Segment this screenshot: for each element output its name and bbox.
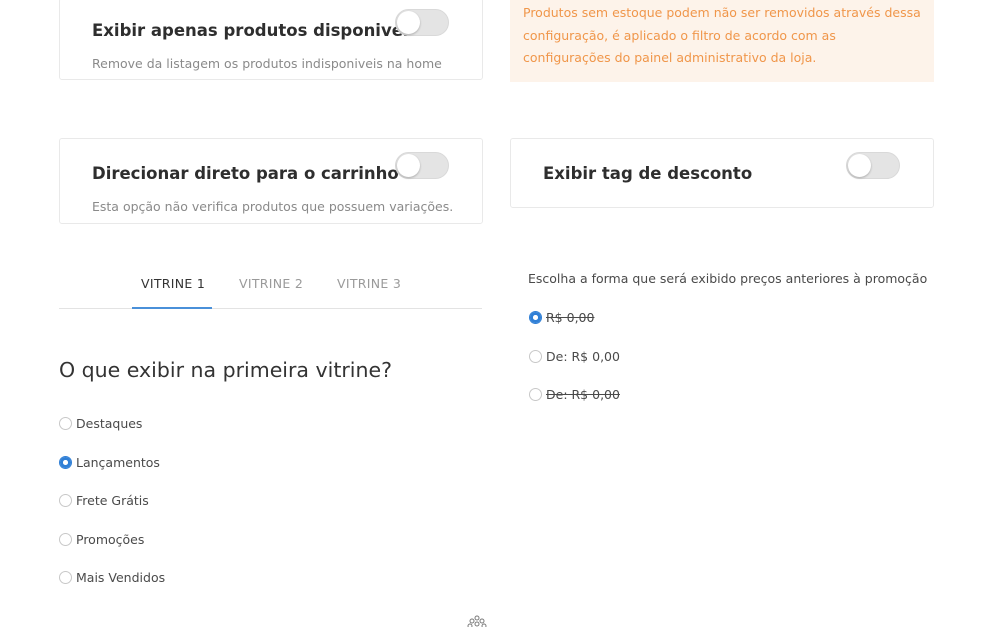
showcase-option-destaques[interactable]: Destaques [59,416,142,431]
showcase-option-label: Mais Vendidos [76,570,166,585]
direct-to-cart-card: Direcionar direto para o carrinho Esta o… [59,138,483,224]
price-format-option-label: R$ 0,00 [546,310,595,325]
radio-button[interactable] [59,417,72,430]
showcase-option-promocoes[interactable]: Promoções [59,532,144,547]
showcase-option-label: Promoções [76,532,145,547]
toggle-knob [397,154,420,177]
price-format-option-de[interactable]: De: R$ 0,00 [529,349,620,364]
tab-vitrine-3[interactable]: VITRINE 3 [337,276,401,291]
available-products-description: Remove da listagem os produtos indisponi… [92,56,442,71]
radio-button[interactable] [59,494,72,507]
price-format-option-label: De: R$ 0,00 [546,387,620,402]
tab-vitrine-1[interactable]: VITRINE 1 [141,276,205,291]
radio-button-checked[interactable] [59,456,72,469]
toggle-knob [848,154,871,177]
discount-tag-toggle[interactable] [846,152,900,179]
radio-button[interactable] [59,571,72,584]
available-products-card: Exibir apenas produtos disponiveis Remov… [59,0,483,80]
discount-tag-card: Exibir tag de desconto [510,138,934,208]
tab-vitrine-2[interactable]: VITRINE 2 [239,276,303,291]
available-products-toggle[interactable] [395,9,449,36]
radio-button[interactable] [59,533,72,546]
direct-to-cart-toggle[interactable] [395,152,449,179]
showcase-option-lancamentos[interactable]: Lançamentos [59,455,160,470]
radio-button[interactable] [529,388,542,401]
showcase-tabs: VITRINE 1 VITRINE 2 VITRINE 3 [59,262,482,309]
stock-warning-text: Produtos sem estoque podem não ser remov… [523,5,921,65]
stock-warning-alert: Produtos sem estoque podem não ser remov… [510,0,934,82]
price-format-option-strike[interactable]: R$ 0,00 [529,310,594,325]
loading-spinner-icon [467,614,487,627]
price-format-prompt: Escolha a forma que será exibido preços … [528,271,928,286]
showcase-option-mais-vendidos[interactable]: Mais Vendidos [59,570,165,585]
showcase-option-label: Destaques [76,416,143,431]
radio-button-checked[interactable] [529,311,542,324]
price-format-option-label: De: R$ 0,00 [546,349,620,364]
discount-tag-title: Exibir tag de desconto [543,164,753,183]
showcase-option-label: Frete Grátis [76,493,149,508]
showcase-option-label: Lançamentos [76,455,160,470]
showcase-heading: O que exibir na primeira vitrine? [59,358,392,382]
active-tab-indicator [132,307,212,309]
available-products-title: Exibir apenas produtos disponiveis [92,21,419,40]
price-format-option-de-strike[interactable]: De: R$ 0,00 [529,387,620,402]
toggle-knob [397,11,420,34]
direct-to-cart-description: Esta opção não verifica produtos que pos… [92,199,454,214]
radio-button[interactable] [529,350,542,363]
direct-to-cart-title: Direcionar direto para o carrinho [92,164,399,183]
showcase-option-frete-gratis[interactable]: Frete Grátis [59,493,149,508]
